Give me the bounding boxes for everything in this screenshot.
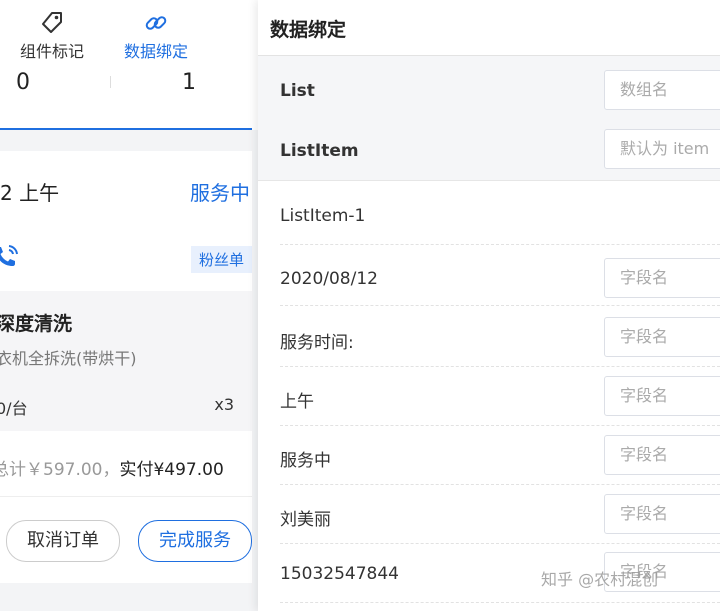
field-row: 服务时间: 字段名 (258, 317, 720, 359)
service-quantity: x3 (214, 395, 234, 414)
field-label: 服务中 (280, 451, 331, 471)
complete-service-button[interactable]: 完成服务 (138, 520, 252, 562)
field-name-input[interactable]: 字段名 (604, 494, 720, 534)
active-indicator (0, 128, 252, 130)
link-icon (145, 16, 167, 30)
fan-order-badge: 粉丝单 (190, 246, 252, 273)
field-label: 服务时间: (280, 333, 354, 353)
tab-component-mark[interactable]: 组件标记 (12, 0, 92, 72)
cancel-order-button[interactable]: 取消订单 (6, 520, 120, 562)
panel-title: 数据绑定 (270, 19, 347, 41)
order-status: 服务中 (190, 181, 250, 205)
paid-amount: 实付¥497.00 (119, 460, 224, 480)
order-total: 总计￥597.00，实付¥497.00 (0, 455, 224, 480)
tab-label: 数据绑定 (123, 42, 188, 61)
preview-header: 组件标记 数据绑定 0 1 (0, 0, 258, 130)
watermark: 知乎 @农村混创 (541, 570, 659, 589)
divider (280, 484, 720, 485)
stat-value: 0 (16, 70, 30, 95)
list-label: List (280, 81, 315, 101)
tag-icon (42, 12, 62, 33)
data-binding-panel: 数据绑定 List 数组名 ListItem 默认为 item ListItem… (258, 0, 720, 611)
service-subtitle: 衣机全拆洗(带烘干) (0, 349, 137, 368)
field-label: 15032547844 (280, 564, 399, 584)
list-row: List 数组名 (258, 56, 720, 119)
stats-row: 0 1 (0, 70, 258, 128)
divider (280, 425, 720, 426)
tab-label: 组件标记 (19, 42, 84, 61)
field-row: 服务中 字段名 (258, 435, 720, 477)
group-label: ListItem-1 (280, 206, 366, 226)
list-item-label: ListItem (280, 141, 359, 161)
divider (280, 543, 720, 544)
field-label: 2020/08/12 (280, 269, 378, 289)
field-name-input[interactable]: 字段名 (604, 435, 720, 475)
tab-data-binding[interactable]: 数据绑定 (116, 0, 196, 72)
field-name-input[interactable]: 字段名 (604, 317, 720, 357)
stat-divider (110, 76, 111, 88)
divider (280, 602, 720, 603)
phone-preview: 组件标记 数据绑定 0 1 2 上午 服务中 粉丝单 深度清洗 衣机全拆洗(带烘… (0, 0, 258, 611)
field-label: 上午 (280, 392, 314, 412)
list-item-input[interactable]: 默认为 item (604, 129, 720, 169)
total-amount: 总计￥597.00， (0, 460, 120, 480)
group-heading: ListItem-1 (258, 206, 720, 230)
list-item-row: ListItem 默认为 item (258, 119, 720, 181)
order-card: 2 上午 服务中 粉丝单 深度清洗 衣机全拆洗(带烘干) 0/台 x3 总计￥5… (0, 151, 252, 583)
list-name-input[interactable]: 数组名 (604, 70, 720, 110)
divider (280, 305, 720, 306)
field-name-input[interactable]: 字段名 (604, 376, 720, 416)
field-label: 刘美丽 (280, 510, 331, 530)
divider (280, 366, 720, 367)
divider (0, 496, 252, 497)
field-row: 2020/08/12 字段名 (258, 258, 720, 300)
service-title: 深度清洗 (0, 313, 73, 335)
phone-icon[interactable] (0, 243, 22, 273)
field-row: 刘美丽 字段名 (258, 494, 720, 536)
service-price: 0/台 (0, 399, 28, 418)
field-name-input[interactable]: 字段名 (604, 258, 720, 298)
panel-header: 数据绑定 (258, 0, 720, 56)
field-row: 上午 字段名 (258, 376, 720, 418)
divider (280, 244, 720, 245)
stat-value: 1 (182, 70, 196, 95)
